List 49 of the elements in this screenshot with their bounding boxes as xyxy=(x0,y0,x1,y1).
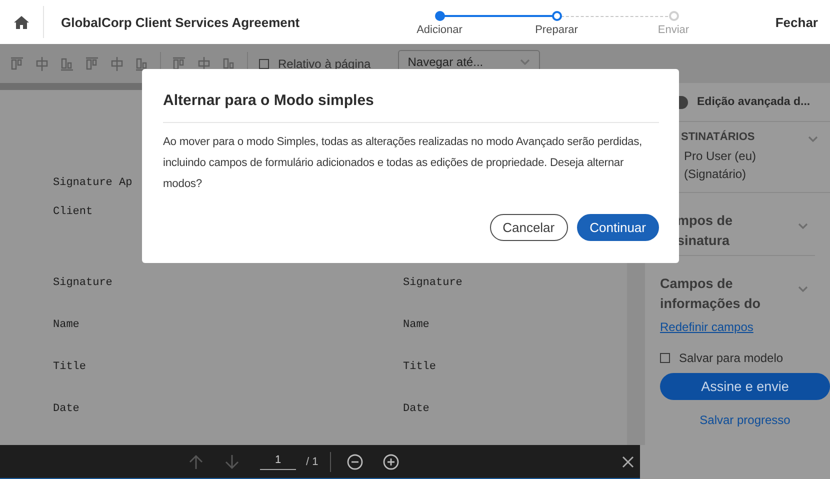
arrow-down-icon[interactable] xyxy=(224,454,240,470)
zoom-in-icon[interactable] xyxy=(383,454,400,470)
zoom-out-icon[interactable] xyxy=(347,454,364,470)
checkbox[interactable] xyxy=(259,58,269,68)
document-title: GlobalCorp Client Services Agreement xyxy=(61,14,301,30)
continue-button[interactable]: Continuar xyxy=(576,214,659,241)
document-text: Client xyxy=(53,206,93,218)
reset-fields-link[interactable]: Redefinir campos xyxy=(660,320,754,334)
document-text: Signature xyxy=(403,277,462,291)
step-label[interactable]: Preparar xyxy=(535,24,578,36)
chevron-down-icon[interactable] xyxy=(798,286,808,292)
checkbox[interactable] xyxy=(660,353,670,363)
cancel-button[interactable]: Cancelar xyxy=(490,214,568,241)
close-button[interactable]: Fechar xyxy=(775,14,818,30)
chevron-down-icon[interactable] xyxy=(798,223,808,229)
advanced-edit-label: Edição avançada d... xyxy=(697,96,810,108)
page-input[interactable]: 1 xyxy=(260,454,296,470)
save-progress-button[interactable]: Salvar progresso xyxy=(660,413,830,427)
dialog-message: Ao mover para o modo Simples, todas as alterações realizadas no modo Avançado serão perdidas, incluindo campos de formulário adicionados e todas as edições de propriedade. Deseja alternar modos? xyxy=(163,135,643,192)
recipient-text: (Signatário) xyxy=(683,166,748,183)
align-icon[interactable] xyxy=(135,56,149,72)
step-label[interactable]: Adicionar xyxy=(416,24,462,36)
document-text: Date xyxy=(53,403,80,415)
sign-send-button[interactable]: Assine e envie xyxy=(660,373,830,400)
section-title[interactable]: informações do xyxy=(660,294,761,314)
step-marker[interactable] xyxy=(552,10,562,20)
chevron-down-icon[interactable] xyxy=(808,136,818,142)
dialog-title: Alternar para o Modo simples xyxy=(163,92,659,123)
home-icon[interactable] xyxy=(14,16,29,28)
align-icon[interactable] xyxy=(222,56,236,72)
arrow-up-icon[interactable] xyxy=(188,454,204,470)
document-text: Name xyxy=(403,319,430,333)
document-text: Title xyxy=(53,361,86,373)
section-title[interactable]: Campos de xyxy=(660,274,761,294)
step-label[interactable]: Enviar xyxy=(658,24,690,36)
align-icon[interactable] xyxy=(197,56,211,72)
document-text: Signature xyxy=(53,277,112,289)
checkbox-label[interactable]: Salvar para modelo xyxy=(679,351,784,365)
section-title[interactable]: sinatura xyxy=(677,231,733,251)
close-icon[interactable] xyxy=(622,456,634,468)
recipients-heading: STINATÁRIOS xyxy=(681,131,756,143)
document-text: Date xyxy=(403,403,430,417)
recipient-text: Pro User (eu) xyxy=(683,148,756,165)
page-total: / 1 xyxy=(306,456,318,468)
document-text: Signature Ap xyxy=(53,177,132,189)
step-marker[interactable] xyxy=(434,10,444,20)
document-text: Title xyxy=(403,361,436,375)
align-icon[interactable] xyxy=(172,56,186,72)
document-text: Name xyxy=(53,319,80,331)
